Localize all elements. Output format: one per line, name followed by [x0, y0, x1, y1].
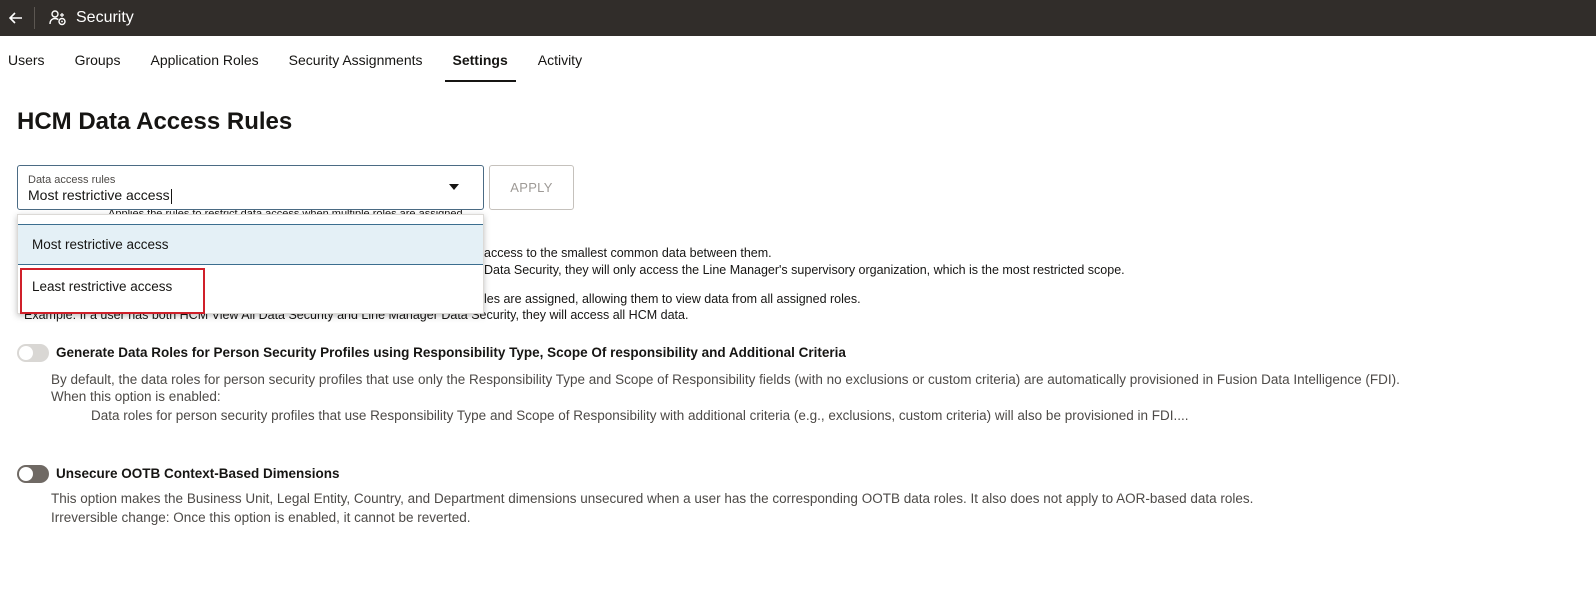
option-unsecure-ootb-description: This option makes the Business Unit, Leg… — [51, 491, 1254, 506]
tab-security-assignments[interactable]: Security Assignments — [274, 36, 438, 84]
toggle-knob — [19, 467, 33, 481]
option-most-restrictive[interactable]: Most restrictive access — [18, 224, 483, 265]
toggle-knob — [19, 346, 33, 360]
users-security-icon — [49, 9, 67, 27]
generate-data-roles-toggle[interactable] — [17, 344, 49, 362]
options-dropdown: Most restrictive access Least restrictiv… — [17, 214, 484, 314]
page-title: HCM Data Access Rules — [17, 108, 293, 135]
data-access-rules-select[interactable]: Data access rules Most restrictive acces… — [17, 165, 484, 210]
tab-bar: Users Groups Application Roles Security … — [0, 36, 597, 84]
description-line-3: les are assigned, allowing them to view … — [484, 292, 861, 306]
tab-application-roles[interactable]: Application Roles — [135, 36, 273, 84]
tab-settings[interactable]: Settings — [438, 36, 523, 84]
back-arrow-icon[interactable] — [0, 0, 32, 36]
top-bar: Security — [0, 0, 1596, 36]
option-least-restrictive[interactable]: Least restrictive access — [18, 266, 483, 307]
text-cursor — [170, 188, 172, 204]
app-title: Security — [76, 9, 134, 26]
option-generate-data-roles-enabled-note: When this option is enabled: — [51, 389, 221, 404]
select-value: Most restrictive access — [28, 187, 172, 204]
description-line-2: Data Security, they will only access the… — [484, 263, 1125, 277]
option-generate-data-roles-detail: Data roles for person security profiles … — [91, 408, 1189, 423]
option-unsecure-ootb-title: Unsecure OOTB Context-Based Dimensions — [56, 466, 340, 481]
unsecure-ootb-toggle[interactable] — [17, 465, 49, 483]
description-line-1: access to the smallest common data betwe… — [484, 246, 772, 260]
option-generate-data-roles-description: By default, the data roles for person se… — [51, 372, 1400, 387]
option-generate-data-roles-title: Generate Data Roles for Person Security … — [56, 345, 846, 360]
topbar-divider — [34, 7, 35, 29]
apply-button[interactable]: APPLY — [489, 165, 574, 210]
option-unsecure-ootb-warning: Irreversible change: Once this option is… — [51, 510, 471, 525]
dropdown-arrow-icon[interactable] — [449, 184, 459, 190]
tab-groups[interactable]: Groups — [60, 36, 136, 84]
tab-activity[interactable]: Activity — [523, 36, 597, 84]
select-label: Data access rules — [28, 174, 116, 186]
tab-users[interactable]: Users — [0, 36, 60, 84]
